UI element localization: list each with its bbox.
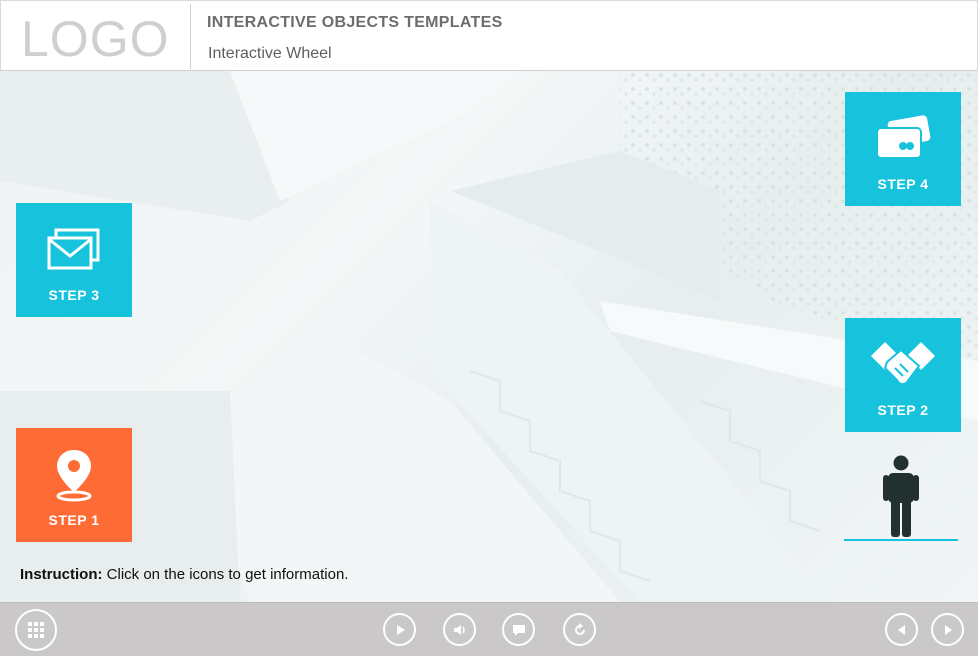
header: LOGO INTERACTIVE OBJECTS TEMPLATES Inter…: [0, 0, 978, 71]
replay-button[interactable]: [563, 613, 596, 646]
logo: LOGO: [21, 11, 170, 67]
player-controls-bar: [0, 602, 978, 656]
menu-grid-icon: [28, 622, 44, 638]
step-3-button[interactable]: STEP 3: [16, 203, 132, 317]
instruction-label: Instruction:: [20, 566, 103, 583]
previous-button[interactable]: [885, 613, 918, 646]
progress-line: [844, 539, 958, 541]
stage-background: [0, 71, 978, 602]
captions-button[interactable]: [502, 613, 535, 646]
step-3-label: STEP 3: [48, 287, 100, 303]
play-icon: [396, 624, 405, 635]
step-4-button[interactable]: STEP 4: [845, 92, 961, 206]
replay-icon: [574, 622, 585, 635]
next-icon: [944, 624, 952, 635]
mail-icon: [16, 221, 132, 279]
captions-icon: [512, 624, 525, 636]
next-button[interactable]: [931, 613, 964, 646]
course-title: INTERACTIVE OBJECTS TEMPLATES: [207, 14, 503, 31]
previous-icon: [897, 624, 905, 635]
person-icon: [883, 455, 919, 537]
step-2-button[interactable]: STEP 2: [845, 318, 961, 432]
speaker-icon: [453, 624, 465, 635]
credit-card-icon: [845, 110, 961, 168]
step-1-button[interactable]: STEP 1: [16, 428, 132, 542]
step-4-label: STEP 4: [877, 176, 929, 192]
map-pin-icon: [16, 446, 132, 504]
play-button[interactable]: [383, 613, 416, 646]
step-2-label: STEP 2: [877, 402, 929, 418]
staircase-background-image: [0, 71, 978, 602]
step-1-label: STEP 1: [48, 512, 100, 528]
slide-title: Interactive Wheel: [208, 45, 332, 62]
instruction-body: Click on the icons to get information.: [102, 566, 349, 583]
audio-button[interactable]: [443, 613, 476, 646]
header-divider: [190, 4, 191, 69]
menu-button[interactable]: [15, 609, 57, 651]
handshake-icon: [845, 336, 961, 394]
instruction-text: Instruction: Click on the icons to get i…: [20, 566, 348, 583]
